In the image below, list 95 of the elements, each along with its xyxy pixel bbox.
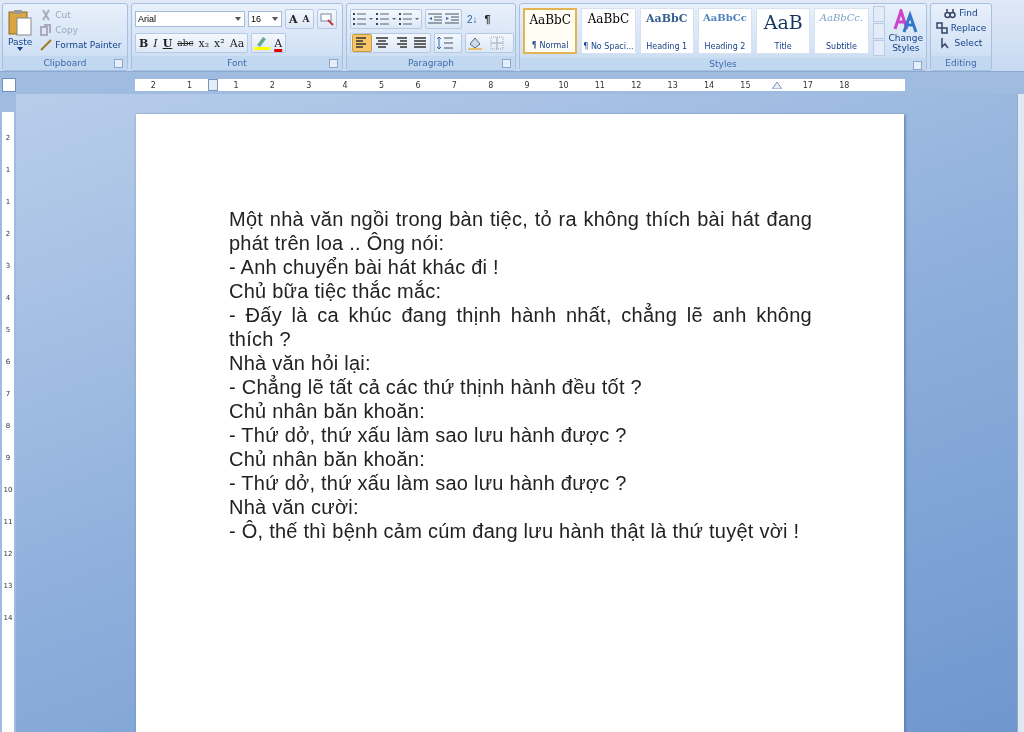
ruler-number: 1 bbox=[232, 80, 240, 90]
style-gallery-item[interactable]: AaBbC ¶ No Spaci... bbox=[581, 8, 636, 54]
ruler-number: 13 bbox=[666, 80, 679, 90]
tab-selector-icon[interactable] bbox=[2, 78, 16, 92]
sort-button[interactable]: 2↓ bbox=[465, 11, 480, 27]
group-label: Paragraph bbox=[407, 58, 455, 68]
ruler-number: 9 bbox=[523, 80, 531, 90]
format-button[interactable]: B bbox=[137, 35, 151, 51]
right-indent-marker-icon[interactable] bbox=[771, 81, 782, 89]
list-icon[interactable] bbox=[352, 12, 374, 26]
style-gallery-item[interactable]: AaBbC ¶ Normal bbox=[523, 8, 578, 54]
tool-icon bbox=[40, 9, 53, 21]
styles-letter-icon bbox=[892, 9, 919, 33]
format-button[interactable]: x₂ bbox=[196, 35, 212, 51]
ruler-number: 8 bbox=[487, 80, 495, 90]
caret-icon bbox=[272, 17, 278, 21]
clipboard-icon bbox=[8, 9, 33, 37]
ruler-number: 2 bbox=[149, 80, 157, 90]
alignment-button[interactable] bbox=[373, 35, 391, 51]
style-gallery-item[interactable]: AaBbCc Heading 2 bbox=[697, 8, 753, 54]
horizontal-ruler[interactable]: 2 1 1 2 3 4 5 6 7 8 9 10 11 12 13 14 15 17 18 bbox=[135, 79, 905, 91]
group-label: Clipboard bbox=[43, 58, 87, 68]
ruler-number: 18 bbox=[838, 80, 851, 90]
document-paragraph: - Chẳng lẽ tất cả các thứ thịnh hành đều tốt ? bbox=[229, 375, 643, 399]
style-gallery-item[interactable]: AaBbC Heading 1 bbox=[639, 8, 694, 54]
group-label: Editing bbox=[945, 58, 977, 68]
align-icon bbox=[375, 37, 389, 49]
clear-formatting-icon[interactable] bbox=[318, 11, 335, 27]
align-icon bbox=[355, 37, 369, 49]
ruler-number: 14 bbox=[702, 80, 716, 90]
document-paragraph: - Anh chuyển bài hát khác đi ! bbox=[229, 255, 500, 279]
ruler-number: 1 bbox=[186, 80, 194, 90]
vertical-scrollbar[interactable] bbox=[1017, 94, 1024, 732]
list-icon[interactable] bbox=[375, 12, 397, 26]
editing-button[interactable]: Select bbox=[937, 36, 985, 50]
ruler-number: 3 bbox=[305, 80, 313, 90]
ruler-number: 12 bbox=[630, 80, 643, 90]
tool-icon bbox=[40, 24, 53, 36]
align-icon bbox=[394, 37, 408, 49]
tool-icon bbox=[40, 39, 53, 51]
ruler-number: 10 bbox=[557, 80, 570, 90]
document-paragraph: - Thứ dở, thứ xấu làm sao lưu hành được ? bbox=[229, 471, 628, 495]
caret-icon bbox=[17, 47, 24, 51]
style-gallery-item[interactable]: AaB Title bbox=[756, 8, 811, 54]
tool-icon bbox=[939, 37, 952, 49]
dialog-launcher-icon[interactable] bbox=[329, 59, 338, 68]
indent-marker-icon[interactable] bbox=[207, 79, 218, 91]
caret-icon bbox=[235, 17, 241, 21]
paste-button[interactable]: Paste bbox=[6, 9, 35, 51]
tool-icon bbox=[935, 22, 948, 34]
document-paragraph: Nhà văn cười: bbox=[229, 495, 360, 519]
group-label: Font bbox=[227, 58, 247, 68]
document-paragraph: - Thứ dở, thứ xấu làm sao lưu hành được ? bbox=[229, 423, 628, 447]
editing-button[interactable]: Find bbox=[942, 6, 980, 20]
highlighter-icon[interactable] bbox=[253, 35, 272, 51]
dialog-launcher-icon[interactable] bbox=[913, 61, 922, 70]
ruler-number: 11 bbox=[593, 80, 606, 90]
font-name-field[interactable]: Arial bbox=[135, 11, 245, 27]
ruler-number: 5 bbox=[378, 80, 386, 90]
change-styles-button[interactable]: Change Styles bbox=[888, 9, 924, 53]
document-paragraph: Chủ bữa tiệc thắc mắc: bbox=[229, 279, 443, 303]
ruler-number: 7 bbox=[450, 80, 458, 90]
document-paragraph: Chủ nhân băn khoăn: bbox=[229, 447, 427, 471]
format-button[interactable]: Aa bbox=[227, 35, 247, 51]
document-paragraph: Chủ nhân băn khoăn: bbox=[229, 399, 427, 423]
format-button[interactable]: x² bbox=[212, 35, 227, 51]
tool-icon bbox=[944, 7, 957, 19]
editing-button[interactable]: Replace bbox=[933, 21, 989, 35]
alignment-button[interactable] bbox=[411, 35, 429, 51]
shrink-font-button[interactable]: A bbox=[300, 11, 312, 27]
document-paragraph: Một nhà văn ngồi trong bàn tiệc, tỏ ra không thích bài hát đang phát trên loa .. Ông nói: bbox=[229, 207, 812, 255]
indent-icon[interactable] bbox=[427, 12, 443, 26]
group-label: Styles bbox=[709, 59, 737, 69]
format-button[interactable]: U bbox=[160, 35, 175, 51]
format-button[interactable]: I bbox=[151, 35, 160, 51]
grow-font-button[interactable]: A bbox=[287, 11, 300, 27]
ruler-number: 4 bbox=[341, 80, 349, 90]
dialog-launcher-icon[interactable] bbox=[114, 59, 123, 68]
document-paragraph: - Ô, thế thì bệnh cảm cúm đang lưu hành thật là thứ tuyệt vời ! bbox=[229, 519, 801, 543]
align-icon bbox=[413, 37, 427, 49]
style-gallery-item[interactable]: AaBbCc. Subtitle bbox=[814, 8, 869, 54]
indent-icon[interactable] bbox=[444, 12, 460, 26]
list-icon[interactable] bbox=[398, 12, 420, 26]
ruler-number: 2 bbox=[268, 80, 276, 90]
show-formatting-button[interactable]: ¶ bbox=[482, 11, 493, 27]
document-paragraph: - Đấy là ca khúc đang thịnh hành nhất, chẳng lẽ anh không thích ? bbox=[229, 303, 812, 351]
ruler-number: 6 bbox=[414, 80, 422, 90]
document-paragraph: Nhà văn hỏi lại: bbox=[229, 351, 372, 375]
ruler-number: 15 bbox=[739, 80, 752, 90]
ruler-number: 17 bbox=[801, 80, 814, 90]
clipboard-button[interactable]: Format Painter bbox=[38, 38, 124, 52]
alignment-button[interactable] bbox=[352, 34, 372, 52]
font-size-field[interactable]: 16 bbox=[248, 11, 282, 27]
dialog-launcher-icon[interactable] bbox=[502, 59, 511, 68]
format-button[interactable]: abc bbox=[175, 35, 196, 51]
